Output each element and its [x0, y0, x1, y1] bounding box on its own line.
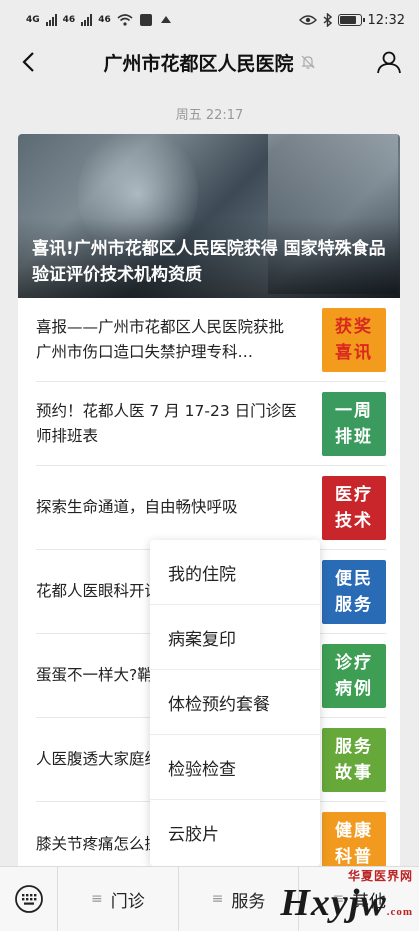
article-item[interactable]: 预约！花都人医 7 月 17-23 日门诊医师排班表 一周 排班	[36, 382, 386, 466]
title-bar: 广州市花都区人民医院	[0, 40, 419, 84]
network-label-1: 4G	[26, 15, 40, 25]
article-thumbnail: 健康 科普	[322, 812, 386, 874]
tab-label: 门诊	[110, 891, 145, 912]
message-timestamp: 周五 22:17	[175, 108, 244, 123]
article-thumbnail: 获奖 喜讯	[322, 307, 386, 372]
menu-lines-icon: ≡	[90, 891, 103, 907]
thumbnail-label: 科普	[335, 847, 373, 867]
tab-label: 服务	[231, 891, 266, 912]
thumbnail-label: 医疗	[335, 484, 373, 505]
wifi-icon	[117, 14, 133, 26]
thumbnail-label: 排班	[335, 426, 373, 447]
menu-item-lab-tests[interactable]: 检验检查	[150, 735, 320, 800]
user-icon	[377, 51, 401, 74]
thumbnail-label: 故事	[335, 762, 373, 783]
thumbnail-label: 服务	[335, 594, 373, 615]
article-thumbnail: 一周 排班	[322, 391, 386, 456]
page-title: 广州市花都区人民医院	[103, 52, 294, 75]
thumbnail-label: 服务	[335, 736, 373, 757]
notification-icon	[139, 14, 152, 26]
thumbnail-label: 诊疗	[335, 652, 373, 673]
article-thumbnail: 诊疗 病例	[322, 643, 386, 708]
menu-lines-icon: ≡	[211, 891, 224, 907]
hero-article[interactable]: 喜讯!广州市花都区人民医院获得 国家特殊食品验证评价技术机构资质	[18, 134, 400, 298]
thumbnail-label: 病例	[335, 678, 373, 699]
status-bar: 4G 46 46 12:32	[0, 0, 419, 40]
status-left: 4G 46 46	[26, 13, 173, 27]
article-item[interactable]: 探索生命通道，自由畅快呼吸 医疗技术	[36, 466, 386, 550]
back-button[interactable]	[14, 48, 42, 76]
thumbnail-label: 健康	[335, 821, 373, 841]
app-icon	[160, 16, 171, 23]
menu-item-cloud-film[interactable]: 云胶片	[150, 800, 320, 865]
chevron-left-icon	[22, 52, 34, 72]
menu-item-checkup-package[interactable]: 体检预约套餐	[150, 670, 320, 735]
keyboard-toggle-button[interactable]	[0, 866, 58, 931]
tab-outpatient[interactable]: ≡ 门诊	[58, 866, 179, 931]
network-label-2: 46	[62, 15, 76, 25]
article-thumbnail: 医疗 技术	[322, 475, 386, 540]
watermark-en: Hxyjw.com	[280, 882, 413, 924]
menu-item-record-copy[interactable]: 病案复印	[150, 605, 320, 670]
popup-menu: 我的住院 病案复印 体检预约套餐 检验检查 云胶片	[150, 540, 320, 866]
bluetooth-icon	[323, 13, 332, 27]
hero-title: 喜讯!广州市花都区人民医院获得 国家特殊食品验证评价技术机构资质	[32, 239, 386, 285]
article-title: 预约！花都人医 7 月 17-23 日门诊医师排班表	[36, 401, 297, 445]
menu-item-my-hospitalization[interactable]: 我的住院	[150, 540, 320, 605]
mute-bell-icon	[301, 55, 314, 69]
network-label-3: 46	[98, 15, 111, 25]
eye-icon	[298, 15, 317, 25]
status-time: 12:32	[367, 12, 405, 28]
thumbnail-label: 喜讯	[335, 342, 373, 363]
article-title: 喜报——广州市花都区人民医院获批广州市伤口造口失禁护理专科…	[36, 317, 285, 361]
watermark-logo: 华夏医界网 Hxyjw.com	[280, 867, 413, 927]
article-thumbnail: 便民 服务	[322, 559, 386, 624]
thumbnail-label: 一周	[335, 400, 373, 421]
thumbnail-label: 获奖	[335, 316, 373, 337]
thumbnail-label: 便民	[335, 568, 373, 589]
signal-icon	[45, 14, 57, 26]
thumbnail-label: 技术	[335, 510, 373, 531]
status-right: 12:32	[298, 12, 405, 28]
article-thumbnail: 服务 故事	[322, 727, 386, 792]
battery-icon	[337, 14, 365, 26]
signal-icon	[81, 14, 93, 26]
profile-button[interactable]	[373, 46, 405, 78]
title-wrap: 广州市花都区人民医院	[103, 49, 315, 76]
article-item[interactable]: 喜报——广州市花都区人民医院获批广州市伤口造口失禁护理专科… 获奖喜讯	[36, 298, 386, 382]
article-title: 探索生命通道，自由畅快呼吸	[36, 498, 238, 516]
keyboard-icon	[14, 885, 43, 913]
